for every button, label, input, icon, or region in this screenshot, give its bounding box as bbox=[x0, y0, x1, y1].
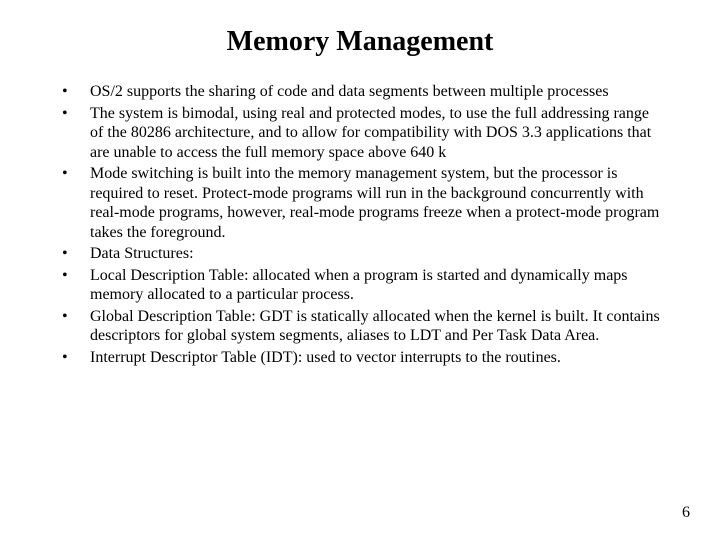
list-item: Local Description Table: allocated when … bbox=[56, 266, 664, 305]
bullet-text: Global Description Table: GDT is statica… bbox=[90, 308, 660, 345]
page-number: 6 bbox=[682, 504, 690, 522]
bullet-text: The system is bimodal, using real and pr… bbox=[90, 105, 651, 161]
list-item: Interrupt Descriptor Table (IDT): used t… bbox=[56, 348, 664, 368]
list-item: Mode switching is built into the memory … bbox=[56, 164, 664, 242]
bullet-text: Mode switching is built into the memory … bbox=[90, 165, 659, 241]
list-item: OS/2 supports the sharing of code and da… bbox=[56, 82, 664, 102]
slide: Memory Management OS/2 supports the shar… bbox=[0, 0, 720, 540]
list-item: The system is bimodal, using real and pr… bbox=[56, 104, 664, 163]
bullet-text: Local Description Table: allocated when … bbox=[90, 267, 628, 304]
slide-content: OS/2 supports the sharing of code and da… bbox=[0, 70, 720, 367]
bullet-text: OS/2 supports the sharing of code and da… bbox=[90, 83, 609, 100]
bullet-list: OS/2 supports the sharing of code and da… bbox=[56, 82, 664, 367]
list-item: Global Description Table: GDT is statica… bbox=[56, 307, 664, 346]
bullet-text: Data Structures: bbox=[90, 245, 194, 262]
bullet-text: Interrupt Descriptor Table (IDT): used t… bbox=[90, 349, 561, 366]
slide-title: Memory Management bbox=[0, 0, 720, 70]
list-item: Data Structures: bbox=[56, 244, 664, 264]
